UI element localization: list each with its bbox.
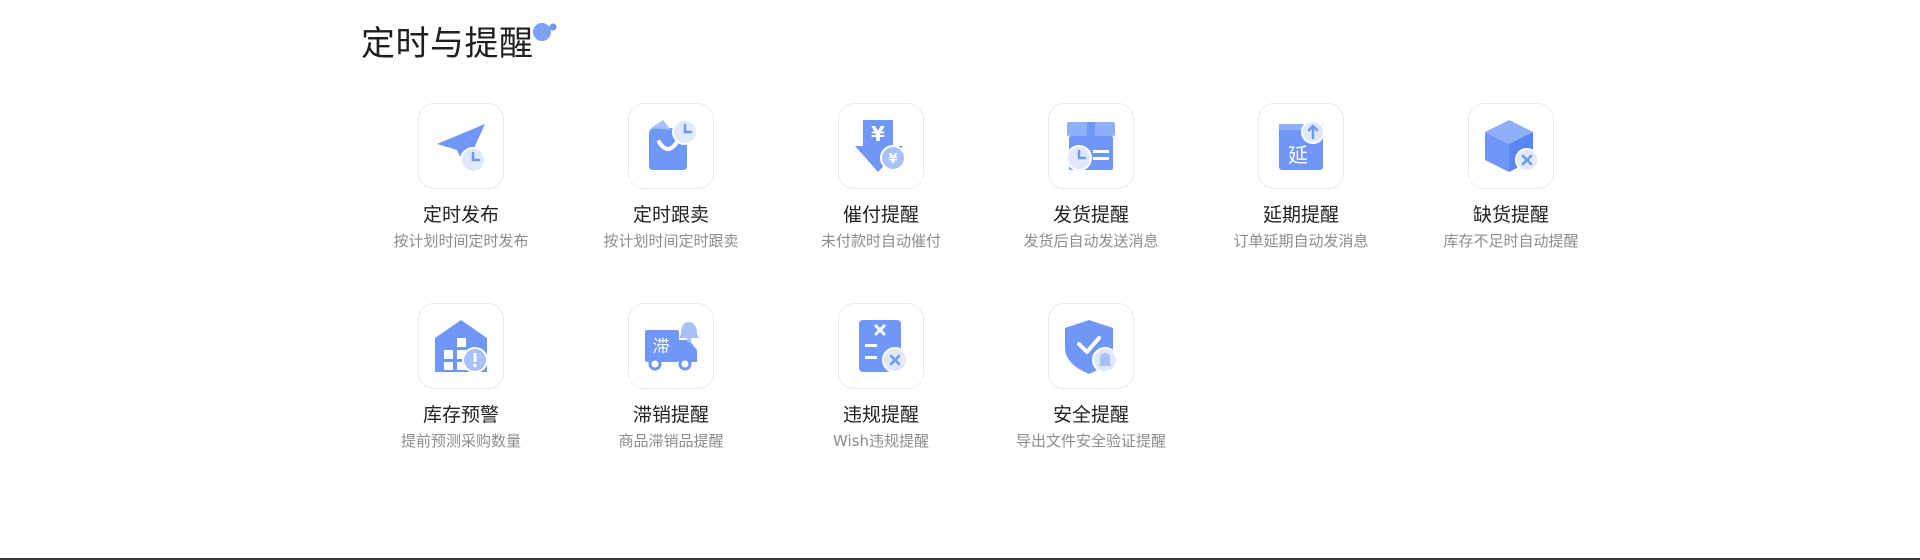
feature-card-out-of-stock-reminder[interactable]: 缺货提醒 库存不足时自动提醒	[1406, 103, 1616, 303]
feature-card-payment-reminder[interactable]: ¥ ¥ 催付提醒 未付款时自动催付	[776, 103, 986, 303]
paper-plane-clock-icon	[437, 124, 486, 173]
cube-x-icon	[1485, 120, 1539, 172]
icon-box	[1468, 103, 1554, 189]
calculator-x-icon	[859, 320, 908, 373]
svg-text:¥: ¥	[871, 122, 885, 146]
icon-box	[1048, 303, 1134, 389]
feature-title: 催付提醒	[842, 204, 919, 226]
feature-desc: 按计划时间定时发布	[393, 232, 529, 250]
feature-desc: 按计划时间定时跟卖	[603, 232, 739, 250]
feature-grid: 定时发布 按计划时间定时发布 定时跟卖 按计划时间定时跟卖 ¥ ¥ 催付提醒 未…	[356, 103, 1616, 503]
feature-card-inventory-warning[interactable]: 库存预警 提前预测采购数量	[356, 303, 566, 503]
truck-bell-icon: 滞	[645, 322, 699, 371]
svg-text:延: 延	[1288, 143, 1308, 167]
icon-box	[838, 303, 924, 389]
icon-box: 延	[1258, 103, 1344, 189]
icon-box: ¥ ¥	[838, 103, 924, 189]
icon-box: 滞	[628, 303, 714, 389]
feature-title: 发货提醒	[1052, 204, 1129, 226]
svg-text:¥: ¥	[888, 152, 897, 167]
feature-card-security-reminder[interactable]: 安全提醒 导出文件安全验证提醒	[986, 303, 1196, 503]
feature-card-slow-moving-reminder[interactable]: 滞 滞销提醒 商品滞销品提醒	[566, 303, 776, 503]
icon-box	[418, 103, 504, 189]
icon-box	[418, 303, 504, 389]
feature-title: 库存预警	[422, 404, 499, 426]
feature-desc: 商品滞销品提醒	[618, 432, 724, 450]
feature-desc: 发货后自动发送消息	[1023, 232, 1159, 250]
section-title: 定时与提醒	[361, 24, 534, 64]
feature-desc: 订单延期自动发消息	[1233, 232, 1369, 250]
calendar-extend-icon: 延	[1279, 120, 1325, 170]
feature-title: 定时跟卖	[632, 204, 709, 226]
icon-box	[628, 103, 714, 189]
feature-title: 延期提醒	[1262, 204, 1339, 226]
feature-card-scheduled-follow-sell[interactable]: 定时跟卖 按计划时间定时跟卖	[566, 103, 776, 303]
feature-card-delay-reminder[interactable]: 延 延期提醒 订单延期自动发消息	[1196, 103, 1406, 303]
icon-box	[1048, 103, 1134, 189]
svg-text:滞: 滞	[653, 337, 670, 357]
shield-bell-icon	[1065, 320, 1118, 374]
feature-card-shipping-reminder[interactable]: 发货提醒 发货后自动发送消息	[986, 103, 1196, 303]
timing-reminders-section: 定时与提醒 定时发布 按计划时间定时发布 定时跟卖 按计划时间定时跟卖 ¥ ¥ …	[0, 0, 1920, 560]
feature-card-violation-reminder[interactable]: 违规提醒 Wish违规提醒	[776, 303, 986, 503]
shopping-bag-clock-icon	[649, 119, 698, 170]
feature-desc: 未付款时自动催付	[820, 232, 941, 250]
feature-title: 滞销提醒	[632, 404, 709, 426]
feature-title: 定时发布	[422, 204, 499, 226]
yen-arrow-icon: ¥ ¥	[855, 120, 906, 172]
package-clock-icon	[1066, 122, 1115, 171]
feature-desc: 提前预测采购数量	[400, 432, 521, 450]
feature-desc: 导出文件安全验证提醒	[1015, 432, 1166, 450]
title-decoration-dots	[533, 23, 557, 41]
feature-title: 缺货提醒	[1472, 204, 1549, 226]
feature-desc: 库存不足时自动提醒	[1443, 232, 1579, 250]
warehouse-alert-icon	[435, 320, 488, 373]
feature-desc: Wish违规提醒	[833, 432, 929, 450]
feature-title: 安全提醒	[1052, 404, 1129, 426]
feature-title: 违规提醒	[842, 404, 919, 426]
feature-card-scheduled-publish[interactable]: 定时发布 按计划时间定时发布	[356, 103, 566, 303]
